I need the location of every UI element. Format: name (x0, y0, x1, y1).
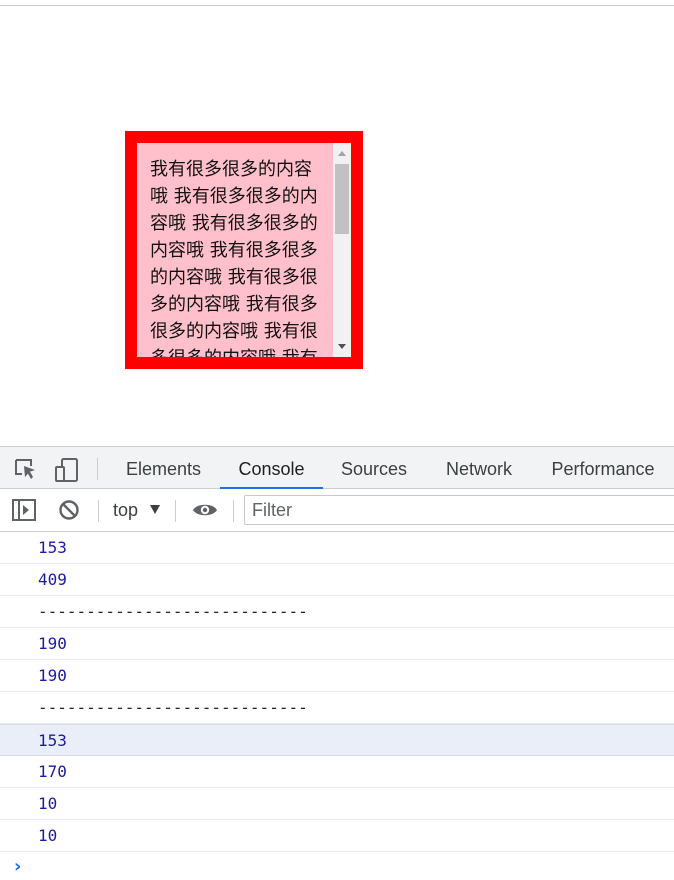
inspect-element-icon[interactable] (14, 457, 38, 481)
console-message: 190 (0, 628, 674, 660)
console-message: 153 (0, 724, 674, 756)
console-output: 153 409 ---------------------------- 190… (0, 532, 674, 880)
console-message: ---------------------------- (0, 596, 674, 628)
toolbar-separator (98, 500, 99, 522)
top-divider (0, 5, 674, 6)
console-message: 10 (0, 788, 674, 820)
chevron-down-icon[interactable] (150, 505, 160, 514)
devtools-tabbar: Elements Console Sources Network Perform… (0, 446, 674, 489)
scrollbar-thumb[interactable] (335, 164, 349, 234)
scroll-demo-text: 我有很多很多的内容哦 我有很多很多的内容哦 我有很多很多的内容哦 我有很多很多的… (150, 159, 318, 357)
tab-elements[interactable]: Elements (112, 447, 215, 489)
filter-input[interactable] (244, 495, 674, 525)
console-message: ---------------------------- (0, 692, 674, 724)
clear-console-icon[interactable] (58, 499, 82, 523)
tab-console[interactable]: Console (220, 447, 323, 489)
tab-network[interactable]: Network (432, 447, 526, 489)
context-selector[interactable]: top (113, 497, 138, 523)
device-toolbar-icon[interactable] (54, 457, 78, 482)
live-expression-eye-icon[interactable] (192, 500, 217, 524)
show-sidebar-icon[interactable] (12, 499, 36, 523)
toolbar-separator (175, 500, 176, 522)
tab-performance[interactable]: Performance (540, 447, 666, 489)
toolbar-separator (233, 500, 234, 522)
console-message: 190 (0, 660, 674, 692)
tabbar-separator (97, 458, 98, 480)
tab-sources[interactable]: Sources (328, 447, 420, 489)
console-message: 409 (0, 564, 674, 596)
scroll-down-arrow-icon[interactable] (338, 344, 346, 349)
scroll-demo-box[interactable]: 我有很多很多的内容哦 我有很多很多的内容哦 我有很多很多的内容哦 我有很多很多的… (125, 131, 363, 369)
console-message: 153 (0, 532, 674, 564)
console-prompt[interactable]: › (0, 852, 674, 880)
prompt-chevron-icon: › (14, 856, 22, 877)
devtools-panel: Elements Console Sources Network Perform… (0, 446, 674, 880)
console-message: 10 (0, 820, 674, 852)
scroll-up-arrow-icon[interactable] (338, 151, 346, 156)
page: 我有很多很多的内容哦 我有很多很多的内容哦 我有很多很多的内容哦 我有很多很多的… (0, 0, 674, 880)
console-message: 170 (0, 756, 674, 788)
console-toolbar: top (0, 489, 674, 532)
vertical-scrollbar[interactable] (333, 143, 351, 357)
